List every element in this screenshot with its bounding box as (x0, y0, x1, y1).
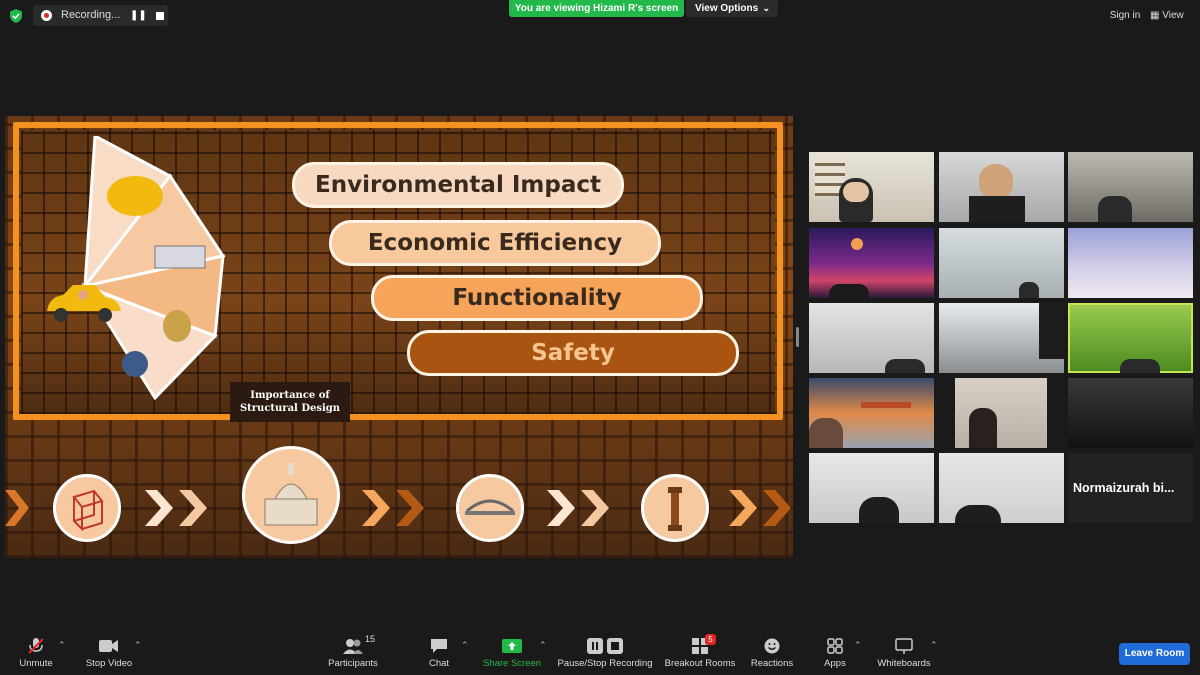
video-tile[interactable] (1068, 152, 1193, 222)
car-icon (47, 285, 121, 322)
video-tile[interactable] (939, 152, 1064, 222)
stop-video-button[interactable]: Stop Video (82, 637, 136, 669)
apps-label: Apps (824, 658, 846, 669)
video-tile[interactable] (809, 453, 934, 523)
apps-button[interactable]: Apps (818, 637, 852, 669)
importance-title: Importance of Structural Design (230, 382, 350, 422)
panel-splitter[interactable] (796, 327, 799, 347)
participants-count: 15 (365, 634, 376, 644)
functionality-pill: Functionality (371, 275, 703, 321)
video-camera-icon (99, 640, 118, 652)
video-tile[interactable] (809, 303, 934, 373)
economic-efficiency-pill: Economic Efficiency (329, 220, 661, 266)
share-screen-icon (502, 639, 522, 653)
muted-microphone-icon (28, 638, 44, 654)
breakout-rooms-label: Breakout Rooms (664, 658, 736, 669)
recording-dot-icon (41, 10, 52, 21)
pause-recording-icon[interactable]: ❚❚ (130, 8, 147, 24)
chevron-arrows-icon (145, 490, 207, 526)
whiteboard-icon (895, 638, 913, 654)
chevron-arrows-icon (362, 490, 424, 526)
pause-stop-recording-label: Pause/Stop Recording (557, 658, 653, 669)
unmute-button[interactable]: Unmute (14, 637, 58, 669)
chat-options-caret-icon[interactable]: ⌃ (461, 640, 469, 651)
participants-icon (343, 639, 363, 654)
whiteboards-options-caret-icon[interactable]: ⌃ (930, 640, 938, 651)
video-tile[interactable] (809, 152, 934, 222)
apps-icon (827, 638, 843, 654)
pause-stop-recording-icon (587, 638, 623, 654)
sign-in-button[interactable]: Sign in (1104, 8, 1146, 24)
chat-bubble-icon (431, 639, 447, 653)
environmental-impact-pill: Environmental Impact (292, 162, 624, 208)
video-tile[interactable] (939, 378, 1064, 448)
pause-stop-recording-button[interactable]: Pause/Stop Recording (557, 637, 653, 669)
video-tile[interactable] (809, 228, 934, 298)
view-options-label: View Options (695, 3, 759, 14)
security-shield-icon[interactable] (8, 8, 24, 24)
stop-video-label: Stop Video (85, 658, 133, 669)
chevron-down-icon: ⌄ (762, 3, 770, 13)
chat-label: Chat (428, 658, 450, 669)
smiley-reactions-icon (764, 638, 780, 654)
video-tile[interactable] (1068, 378, 1193, 448)
reactions-button[interactable]: Reactions (748, 637, 796, 669)
lattice-cube-icon (53, 474, 121, 542)
view-button[interactable]: ▦ View (1150, 8, 1195, 24)
capitol-building-icon (242, 446, 340, 544)
column-icon (641, 474, 709, 542)
chat-button[interactable]: Chat (424, 637, 454, 669)
view-options-button[interactable]: View Options ⌄ (686, 0, 778, 17)
grid-view-icon: ▦ (1150, 10, 1163, 21)
chevron-arrows-icon (547, 490, 609, 526)
shared-screen-slide: Environmental Impact Economic Efficiency… (5, 116, 793, 558)
breakout-rooms-button[interactable]: 5 Breakout Rooms (664, 634, 736, 669)
video-tile[interactable] (939, 228, 1064, 298)
video-tile[interactable] (939, 303, 1064, 373)
participants-button[interactable]: 15 Participants (324, 634, 382, 669)
viewing-screen-banner: You are viewing Hizami R's screen (509, 0, 684, 17)
share-options-caret-icon[interactable]: ⌃ (539, 640, 547, 651)
video-tile-active-speaker[interactable] (1068, 303, 1193, 373)
video-tile[interactable] (939, 453, 1064, 523)
fan-graphic (79, 136, 226, 401)
chevron-arrow-icon (5, 490, 29, 526)
apps-options-caret-icon[interactable]: ⌃ (854, 640, 862, 651)
reactions-label: Reactions (750, 658, 794, 669)
bridge-icon (456, 474, 524, 542)
recording-label: Recording... (61, 9, 121, 21)
globe-icon (122, 351, 148, 377)
audio-options-caret-icon[interactable]: ⌃ (58, 640, 66, 651)
chevron-arrows-icon (729, 490, 791, 526)
building-icon (154, 245, 206, 269)
video-tile[interactable] (1068, 228, 1193, 298)
hard-hat-icon (107, 176, 163, 216)
view-label: View (1162, 10, 1184, 21)
breakout-badge: 5 (705, 634, 716, 645)
participant-name: Normaizurah bi... (1073, 481, 1175, 495)
whiteboards-button[interactable]: Whiteboards (874, 637, 934, 669)
whiteboards-label: Whiteboards (877, 658, 931, 669)
unmute-label: Unmute (19, 658, 53, 669)
leave-room-button[interactable]: Leave Room (1119, 643, 1190, 665)
video-tile[interactable] (809, 378, 934, 448)
participant-name-tile[interactable]: Normaizurah bi... (1068, 453, 1193, 523)
share-screen-label: Share Screen (482, 658, 542, 669)
share-screen-button[interactable]: Share Screen (482, 637, 542, 669)
participants-label: Participants (328, 658, 378, 669)
stop-recording-icon[interactable] (152, 8, 168, 24)
safety-pill: Safety (407, 330, 739, 376)
coins-icon (163, 310, 191, 342)
video-options-caret-icon[interactable]: ⌃ (134, 640, 142, 651)
